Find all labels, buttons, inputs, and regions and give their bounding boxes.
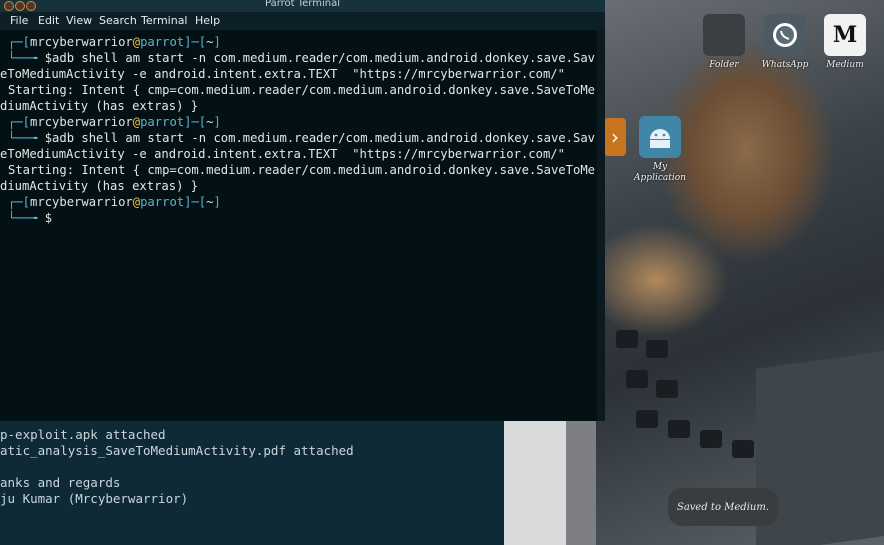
app-label: WhatsApp — [761, 60, 809, 70]
command-line: └──╼ $adb shell am start -n com.medium.r… — [8, 51, 595, 65]
phone-frame-edge — [566, 420, 596, 545]
output-line: eToMediumActivity -e android.intent.extr… — [0, 67, 565, 81]
output-line: diumActivity (has extras) } — [0, 179, 199, 193]
app-my-application[interactable]: My Application — [628, 116, 692, 184]
prompt-line: ┌─[mrcyberwarrior@parrot]─[~] — [8, 115, 221, 129]
menu-help[interactable]: Help — [195, 14, 220, 27]
title-bar[interactable]: Parrot Terminal — [0, 0, 605, 12]
folder-icon — [703, 14, 745, 56]
chevron-right-icon[interactable]: › — [604, 118, 626, 156]
medium-icon: M — [824, 14, 866, 56]
output-line: diumActivity (has extras) } — [0, 99, 199, 113]
menu-terminal[interactable]: Terminal — [141, 14, 188, 27]
window-title: Parrot Terminal — [264, 0, 340, 9]
app-medium[interactable]: M Medium — [813, 14, 877, 71]
terminal-window[interactable]: Parrot Terminal File Edit View Search Te… — [0, 0, 605, 421]
output-line: Starting: Intent { cmp=com.medium.reader… — [8, 83, 595, 97]
command-line[interactable]: └──╼ $ — [8, 210, 52, 226]
phone-screen — [596, 0, 884, 545]
bg-terminal-line: anks and regards — [0, 475, 121, 490]
menu-file[interactable]: File — [10, 14, 28, 27]
menu-view[interactable]: View — [66, 14, 92, 27]
bg-terminal-line: p-exploit.apk attached — [0, 427, 166, 442]
app-label: Folder — [709, 60, 739, 70]
prompt-line: ┌─[mrcyberwarrior@parrot]─[~] — [8, 195, 221, 209]
whatsapp-icon — [764, 14, 806, 56]
toast-message: Saved to Medium. — [668, 488, 778, 526]
bg-terminal-line: ju Kumar (Mrcyberwarrior) — [0, 491, 189, 506]
scrollbar[interactable] — [597, 30, 605, 421]
prompt-line: ┌─[mrcyberwarrior@parrot]─[~] — [8, 35, 221, 49]
output-line: Starting: Intent { cmp=com.medium.reader… — [8, 163, 595, 177]
app-label: Medium — [826, 60, 864, 70]
app-label: My Application — [634, 162, 686, 183]
android-icon — [639, 116, 681, 158]
output-line: eToMediumActivity -e android.intent.extr… — [0, 147, 565, 161]
menu-search[interactable]: Search — [99, 14, 137, 27]
app-whatsapp[interactable]: WhatsApp — [753, 14, 817, 71]
bg-terminal-line: atic_analysis_SaveToMediumActivity.pdf a… — [0, 443, 354, 458]
command-line: └──╼ $adb shell am start -n com.medium.r… — [8, 131, 595, 145]
app-folder[interactable]: Folder — [692, 14, 756, 71]
menu-edit[interactable]: Edit — [38, 14, 59, 27]
